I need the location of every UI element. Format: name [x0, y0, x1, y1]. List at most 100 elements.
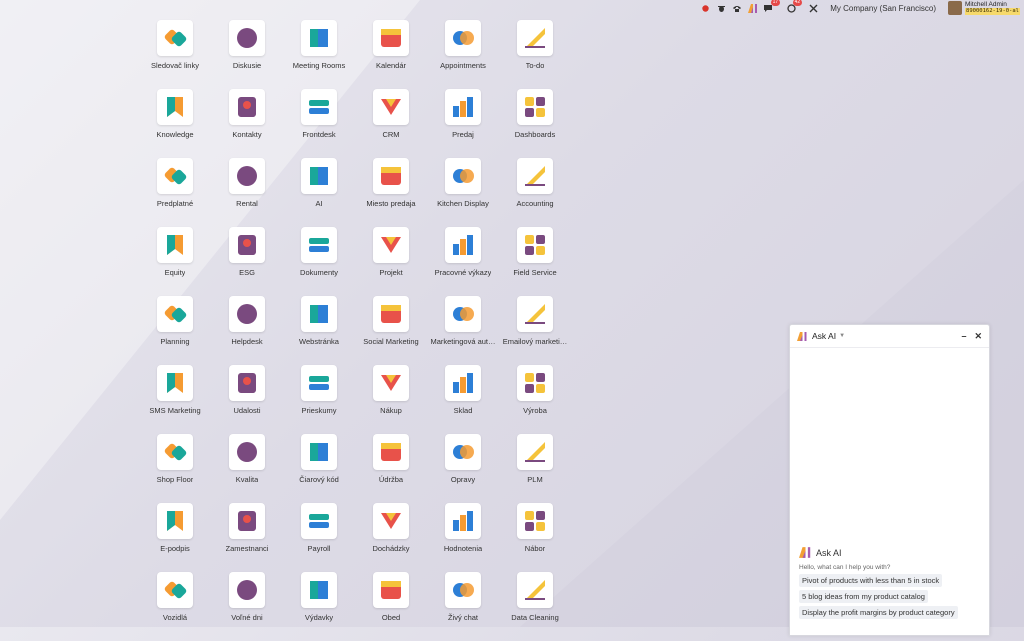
- app-expenses[interactable]: Výdavky: [283, 572, 355, 641]
- app-discuss[interactable]: Diskusie: [211, 20, 283, 89]
- app-tile[interactable]: [157, 434, 193, 470]
- app-employees[interactable]: Zamestnanci: [211, 503, 283, 572]
- bug-icon[interactable]: [716, 3, 726, 13]
- app-project[interactable]: Projekt: [355, 227, 427, 296]
- app-tile[interactable]: [301, 158, 337, 194]
- app-tile[interactable]: [373, 89, 409, 125]
- app-sms-marketing[interactable]: SMS Marketing: [139, 365, 211, 434]
- app-lunch[interactable]: Obed: [355, 572, 427, 641]
- app-tile[interactable]: [301, 89, 337, 125]
- app-tile[interactable]: [517, 572, 553, 608]
- app-tile[interactable]: [373, 158, 409, 194]
- app-appraisals[interactable]: Hodnotenia: [427, 503, 499, 572]
- app-appointments[interactable]: Appointments: [427, 20, 499, 89]
- app-maintenance[interactable]: Údržba: [355, 434, 427, 503]
- app-tile[interactable]: [445, 365, 481, 401]
- app-knowledge[interactable]: Knowledge: [139, 89, 211, 158]
- app-tile[interactable]: [229, 434, 265, 470]
- app-tile[interactable]: [301, 365, 337, 401]
- app-shop-floor[interactable]: Shop Floor: [139, 434, 211, 503]
- app-meeting-rooms[interactable]: Meeting Rooms: [283, 20, 355, 89]
- app-inventory[interactable]: Sklad: [427, 365, 499, 434]
- app-tile[interactable]: [517, 227, 553, 263]
- app-tile[interactable]: [373, 572, 409, 608]
- app-tile[interactable]: [373, 503, 409, 539]
- app-subscriptions[interactable]: Predplatné: [139, 158, 211, 227]
- app-plm[interactable]: PLM: [499, 434, 571, 503]
- minimize-icon[interactable]: –: [961, 331, 966, 342]
- app-tile[interactable]: [229, 227, 265, 263]
- app-tile[interactable]: [517, 89, 553, 125]
- company-switcher[interactable]: My Company (San Francisco): [830, 4, 936, 13]
- app-surveys[interactable]: Prieskumy: [283, 365, 355, 434]
- app-ai[interactable]: AI: [283, 158, 355, 227]
- suggestion-button[interactable]: Pivot of products with less than 5 in st…: [799, 574, 943, 587]
- app-tile[interactable]: [373, 296, 409, 332]
- app-calendar[interactable]: Kalendár: [355, 20, 427, 89]
- app-timesheets[interactable]: Pracovné výkazy: [427, 227, 499, 296]
- close-icon[interactable]: ✕: [974, 331, 982, 342]
- app-contacts[interactable]: Kontakty: [211, 89, 283, 158]
- app-tile[interactable]: [229, 20, 265, 56]
- suggestion-button[interactable]: Display the profit margins by product ca…: [799, 606, 958, 619]
- app-payroll[interactable]: Payroll: [283, 503, 355, 572]
- app-todo[interactable]: To-do: [499, 20, 571, 89]
- app-tile[interactable]: [301, 572, 337, 608]
- app-tile[interactable]: [229, 503, 265, 539]
- app-tile[interactable]: [301, 296, 337, 332]
- app-tile[interactable]: [157, 227, 193, 263]
- app-tile[interactable]: [517, 20, 553, 56]
- app-kitchen-display[interactable]: Kitchen Display: [427, 158, 499, 227]
- app-tile[interactable]: [445, 227, 481, 263]
- app-tile[interactable]: [301, 503, 337, 539]
- app-tile[interactable]: [301, 20, 337, 56]
- app-tile[interactable]: [157, 503, 193, 539]
- app-crm[interactable]: CRM: [355, 89, 427, 158]
- app-tile[interactable]: [229, 365, 265, 401]
- discuss-icon[interactable]: 17: [764, 0, 781, 13]
- app-link-tracker[interactable]: Sledovač linky: [139, 20, 211, 89]
- user-menu[interactable]: Mitchell Admin 89000162-19-0-al: [948, 1, 1020, 15]
- app-dashboards[interactable]: Dashboards: [499, 89, 571, 158]
- ai-icon[interactable]: [748, 3, 758, 13]
- app-data-cleaning[interactable]: Data Cleaning: [499, 572, 571, 641]
- app-field-service[interactable]: Field Service: [499, 227, 571, 296]
- app-tile[interactable]: [301, 434, 337, 470]
- app-tile[interactable]: [517, 365, 553, 401]
- app-manufacturing[interactable]: Výroba: [499, 365, 571, 434]
- app-documents[interactable]: Dokumenty: [283, 227, 355, 296]
- app-tile[interactable]: [301, 227, 337, 263]
- app-email-marketing[interactable]: Emailový marketi…: [499, 296, 571, 365]
- app-recruitment[interactable]: Nábor: [499, 503, 571, 572]
- app-tile[interactable]: [445, 296, 481, 332]
- app-social-marketing[interactable]: Social Marketing: [355, 296, 427, 365]
- app-quality[interactable]: Kvalita: [211, 434, 283, 503]
- app-fleet[interactable]: Vozidlá: [139, 572, 211, 641]
- app-helpdesk[interactable]: Helpdesk: [211, 296, 283, 365]
- app-accounting[interactable]: Accounting: [499, 158, 571, 227]
- app-tile[interactable]: [157, 296, 193, 332]
- app-tile[interactable]: [445, 89, 481, 125]
- app-events[interactable]: Udalosti: [211, 365, 283, 434]
- app-point-of-sale[interactable]: Miesto predaja: [355, 158, 427, 227]
- app-sign[interactable]: E-podpis: [139, 503, 211, 572]
- app-tile[interactable]: [157, 158, 193, 194]
- app-tile[interactable]: [373, 20, 409, 56]
- app-esg[interactable]: ESG: [211, 227, 283, 296]
- chevron-down-icon[interactable]: ▼: [839, 333, 845, 339]
- app-live-chat[interactable]: Živý chat: [427, 572, 499, 641]
- activity-icon[interactable]: 42: [786, 0, 803, 13]
- app-frontdesk[interactable]: Frontdesk: [283, 89, 355, 158]
- app-tile[interactable]: [517, 296, 553, 332]
- app-tile[interactable]: [517, 158, 553, 194]
- app-website[interactable]: Webstránka: [283, 296, 355, 365]
- app-tile[interactable]: [445, 158, 481, 194]
- ask-ai-header[interactable]: Ask AI ▼ – ✕: [790, 325, 989, 348]
- app-tile[interactable]: [445, 20, 481, 56]
- app-purchase[interactable]: Nákup: [355, 365, 427, 434]
- app-tile[interactable]: [157, 572, 193, 608]
- app-equity[interactable]: Equity: [139, 227, 211, 296]
- app-marketing-automation[interactable]: Marketingová aut…: [427, 296, 499, 365]
- app-repairs[interactable]: Opravy: [427, 434, 499, 503]
- tools-icon[interactable]: [808, 3, 818, 13]
